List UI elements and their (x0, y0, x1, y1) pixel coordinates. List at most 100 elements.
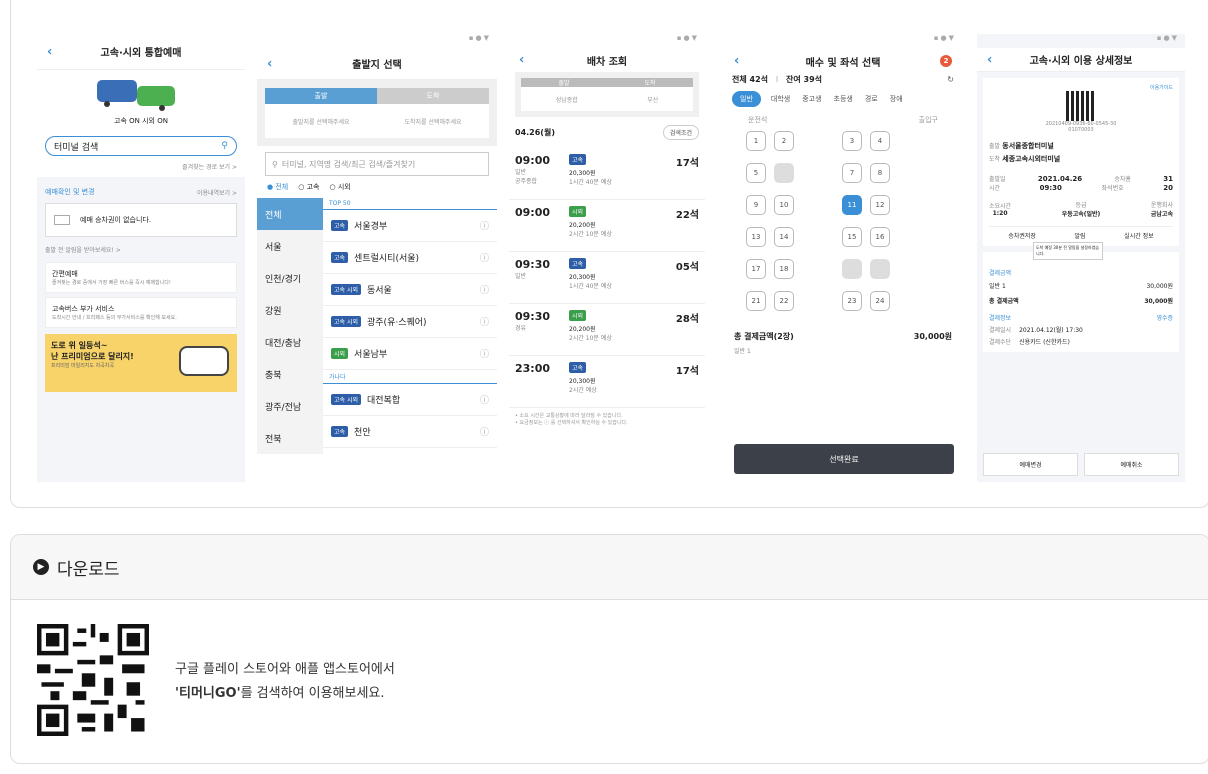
complete-button[interactable]: 선택완료 (734, 444, 954, 474)
region-item[interactable]: 광주/전남 (257, 390, 323, 422)
seat[interactable]: 12 (870, 195, 890, 215)
schedule-row[interactable]: 09:30 경유 시외 20,200원 2시간 10분 예상 28석 (509, 304, 705, 356)
info-icon[interactable]: ⓘ (480, 283, 489, 296)
info-icon[interactable]: ⓘ (480, 347, 489, 360)
region-item[interactable]: 전체 (257, 198, 323, 230)
seat[interactable]: 7 (842, 163, 862, 183)
seat[interactable]: 22 (774, 291, 794, 311)
seat[interactable]: 3 (842, 131, 862, 151)
seat[interactable]: 16 (870, 227, 890, 247)
passenger-tab[interactable]: 대학생 (769, 91, 792, 107)
seat[interactable]: 14 (774, 227, 794, 247)
region-item[interactable]: 전북 (257, 422, 323, 454)
schedule-row[interactable]: 09:00 시외 20,200원 2시간 10분 예상 22석 (509, 200, 705, 252)
terminal-item[interactable]: 고속 시외 대전복합 ⓘ (323, 384, 497, 416)
bus-type-chip: 고속 (569, 362, 587, 373)
extra-service-title: 고속버스 부가 서비스 (52, 305, 115, 313)
tab-departure[interactable]: 출발 (265, 88, 377, 104)
departure-field[interactable]: 출발지를 선택해주세요 (265, 117, 377, 126)
tab-arrival[interactable]: 도착 (377, 88, 489, 104)
to-terminal[interactable]: 부산 (647, 95, 658, 104)
save-ticket-button[interactable]: 승차권저장 (1008, 231, 1036, 240)
seat[interactable]: 5 (746, 163, 766, 183)
back-icon[interactable]: ‹ (987, 52, 992, 67)
change-button[interactable]: 예매변경 (983, 453, 1078, 476)
terminal-item[interactable]: 고속 서울경부 ⓘ (323, 210, 497, 242)
back-icon[interactable]: ‹ (519, 53, 524, 68)
terminal-name: 서울경부 (354, 222, 388, 232)
info-icon[interactable]: ⓘ (480, 251, 489, 264)
seat[interactable]: 11 (842, 195, 862, 215)
seat[interactable]: 21 (746, 291, 766, 311)
passenger-tab[interactable]: 중고생 (800, 91, 823, 107)
radio-intercity[interactable]: ○ 시외 (329, 182, 350, 192)
mode-toggle[interactable]: 고속 ON 시외 ON (37, 116, 245, 126)
seat[interactable]: 15 (842, 227, 862, 247)
fav-route-link[interactable]: 즐겨찾는 경로 보기 > (45, 162, 237, 171)
region-list: 전체 서울 인천/경기 강원 대전/충남 충북 광주/전남 전북 (257, 198, 323, 454)
board-alert-link[interactable]: 출발 전 알림을 받아보세요! > (45, 245, 237, 254)
region-item[interactable]: 충북 (257, 358, 323, 390)
schedule-row[interactable]: 23:00 고속 20,300원 2시간 예상 17석 (509, 356, 705, 408)
passenger-tab[interactable]: 일반 (732, 91, 761, 107)
seat[interactable]: 1 (746, 131, 766, 151)
search-condition-button[interactable]: 검색조건 (662, 125, 699, 140)
refresh-icon[interactable]: ↻ (947, 75, 954, 84)
seat[interactable]: 10 (774, 195, 794, 215)
info-icon[interactable]: ⓘ (480, 393, 489, 406)
quick-reserve-card[interactable]: 간편예매 즐겨찾는 경로 중에서 가장 빠른 버스를 즉시 예매합니다! (45, 262, 237, 293)
terminal-item[interactable]: 고속 시외 광주(유·스퀘어) ⓘ (323, 306, 497, 338)
premium-banner[interactable]: 도로 위 일등석~ 난 프리미엄으로 달리지! 프리미엄 마일리지도 차곡차곡 (45, 334, 237, 392)
terminal-item[interactable]: 시외 서울남부 ⓘ (323, 338, 497, 370)
terminal-search-input[interactable]: 터미널 검색 ⚲ (45, 136, 237, 156)
cancel-button[interactable]: 예매취소 (1084, 453, 1179, 476)
terminal-item[interactable]: 고속 시외 동서울 ⓘ (323, 274, 497, 306)
seat[interactable]: 4 (870, 131, 890, 151)
from-terminal[interactable]: 성남종합 (556, 95, 578, 104)
back-icon[interactable]: ‹ (734, 54, 739, 69)
terminal-item[interactable]: 고속 센트럴시티(서울) ⓘ (323, 242, 497, 274)
info-icon[interactable]: ⓘ (480, 219, 489, 232)
passenger-tab[interactable]: 초등생 (832, 91, 855, 107)
arrival-field[interactable]: 도착지를 선택해주세요 (377, 117, 489, 126)
seat[interactable]: 9 (746, 195, 766, 215)
alert-tooltip: 도착 예정 30분 전 알림을 설정하였습니다. (1033, 242, 1103, 260)
guide-link[interactable]: 이용가이드 (989, 84, 1173, 91)
kana-label: 가나다 (323, 370, 497, 384)
seat[interactable]: 18 (774, 259, 794, 279)
seats-left: 17석 (675, 366, 699, 377)
region-item[interactable]: 대전/충남 (257, 326, 323, 358)
date-picker[interactable]: 04.26(월) (515, 127, 555, 138)
realtime-button[interactable]: 실시간 정보 (1124, 231, 1154, 240)
radio-express[interactable]: ○ 고속 (298, 182, 319, 192)
info-icon[interactable]: ⓘ (480, 425, 489, 438)
schedule-row[interactable]: 09:30 일반 고속 20,300원 1시간 40분 예상 05석 (509, 252, 705, 304)
passenger-tab[interactable]: 경로 (863, 91, 880, 107)
passenger-tab[interactable]: 장애 (888, 91, 905, 107)
terminal-search-input[interactable]: ⚲ 터미널, 지역명 검색/최근 검색/즐겨찾기 (265, 152, 489, 176)
back-icon[interactable]: ‹ (47, 44, 52, 59)
radio-all[interactable]: ● 전체 (267, 182, 288, 192)
alert-button[interactable]: 알림 (1075, 231, 1086, 240)
receipt-button[interactable]: 영수증 (1156, 313, 1173, 322)
seat[interactable]: 13 (746, 227, 766, 247)
history-link[interactable]: 이용내역보기 > (197, 188, 237, 197)
quick-reserve-desc: 즐겨찾는 경로 중에서 가장 빠른 버스를 즉시 예매합니다! (52, 280, 171, 286)
seat[interactable]: 2 (774, 131, 794, 151)
extra-service-card[interactable]: 고속버스 부가 서비스 도착시간 안내 / 프리패스 등의 부가서비스를 확인해 … (45, 297, 237, 328)
seat[interactable]: 17 (746, 259, 766, 279)
terminal-item[interactable]: 고속 천안 ⓘ (323, 416, 497, 448)
fare: 20,300원 (569, 378, 596, 385)
seat[interactable]: 23 (842, 291, 862, 311)
region-item[interactable]: 서울 (257, 230, 323, 262)
back-icon[interactable]: ‹ (267, 56, 272, 71)
seat[interactable]: 24 (870, 291, 890, 311)
search-icon: ⚲ (272, 159, 278, 169)
region-item[interactable]: 강원 (257, 294, 323, 326)
schedule-row[interactable]: 09:00 일반 공주종합 고속 20,300원 1시간 40분 예상 17석 (509, 148, 705, 200)
seat[interactable]: 8 (870, 163, 890, 183)
departure-title: 출발지 선택 (352, 60, 402, 71)
remaining-seats: 잔여 39석 (786, 75, 823, 84)
region-item[interactable]: 인천/경기 (257, 262, 323, 294)
info-icon[interactable]: ⓘ (480, 315, 489, 328)
